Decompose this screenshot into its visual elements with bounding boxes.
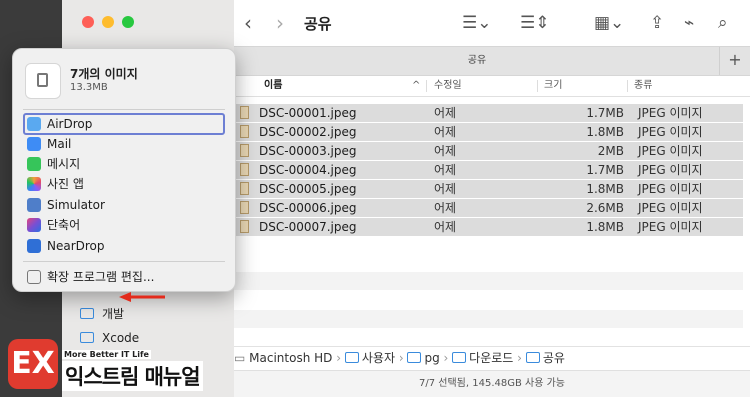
table-row[interactable]: DSC-00001.jpeg 어제 1.7MB JPEG 이미지: [234, 104, 743, 122]
path-item[interactable]: ▭ Macintosh HD: [234, 351, 332, 365]
share-icon[interactable]: ⇪: [650, 13, 664, 33]
column-divider: [426, 80, 427, 92]
empty-row: [234, 272, 743, 290]
edit-extensions-item[interactable]: 확장 프로그램 편집...: [23, 267, 225, 287]
logo: EX: [8, 339, 58, 389]
table-row[interactable]: DSC-00004.jpeg 어제 1.7MB JPEG 이미지: [234, 161, 743, 179]
chevron-right-icon: ›: [336, 351, 342, 365]
toolbar: ‹ › 공유 ☰⌄ ☰⇕ ▦⌄ ⇪ ⌁ ⌕: [234, 0, 750, 46]
image-file-icon: [240, 144, 249, 157]
folder-icon: [452, 352, 467, 363]
logo-mark: EX: [11, 346, 55, 381]
main-area: ‹ › 공유 ☰⌄ ☰⇕ ▦⌄ ⇪ ⌁ ⌕ 공유 + 이름 ^ 수정일 크기 종…: [234, 0, 750, 397]
search-icon[interactable]: ⌕: [718, 13, 728, 33]
path-item[interactable]: pg: [407, 351, 440, 365]
tag-icon[interactable]: ⌁: [684, 13, 694, 33]
window-title: 공유: [304, 15, 332, 33]
image-file-icon: [240, 106, 249, 119]
table-row[interactable]: DSC-00007.jpeg 어제 1.8MB JPEG 이미지: [234, 218, 743, 236]
messages-icon: [27, 157, 41, 171]
red-arrow-icon: [119, 292, 165, 302]
path-bar: ▭ Macintosh HD › 사용자 › pg › 다운로드 › 공유: [234, 346, 750, 369]
image-file-icon: [240, 182, 249, 195]
sidebar-item-dev[interactable]: 개발: [80, 305, 124, 322]
share-title: 7개의 이미지: [70, 67, 138, 81]
tab-bar: 공유 +: [234, 46, 750, 76]
window-controls: [82, 16, 134, 28]
logo-name: 익스트림 매뉴얼: [62, 361, 203, 391]
path-item[interactable]: 공유: [525, 351, 565, 365]
simulator-icon: [27, 198, 41, 212]
airdrop-icon: [27, 117, 41, 131]
grid-icon[interactable]: ▦⌄: [594, 13, 624, 33]
column-modified[interactable]: 수정일: [434, 76, 462, 96]
column-kind[interactable]: 종류: [634, 76, 652, 96]
column-header: 이름 ^ 수정일 크기 종류: [234, 76, 750, 97]
column-name[interactable]: 이름: [264, 76, 282, 96]
chevron-right-icon: ›: [398, 351, 404, 365]
chevron-left-icon[interactable]: ‹: [244, 13, 252, 33]
share-item-messages[interactable]: 메시지: [23, 154, 225, 174]
tab-share[interactable]: 공유: [234, 47, 720, 75]
folder-icon: [407, 352, 422, 363]
image-file-icon: [240, 125, 249, 138]
image-file-icon: [240, 201, 249, 214]
column-divider: [627, 80, 628, 92]
share-menu: 7개의 이미지 13.3MB AirDrop Mail 메시지 사진 앱 Sim…: [12, 48, 236, 302]
extensions-icon: [27, 270, 41, 284]
share-item-photos[interactable]: 사진 앱: [23, 174, 225, 194]
photos-icon: [27, 177, 41, 191]
document-icon: [25, 63, 61, 99]
close-button[interactable]: [82, 16, 94, 28]
folder-icon: [525, 352, 540, 363]
table-row[interactable]: DSC-00003.jpeg 어제 2MB JPEG 이미지: [234, 142, 743, 160]
shortcuts-icon: [27, 218, 41, 232]
folder-icon: [80, 332, 94, 343]
path-item[interactable]: 사용자: [344, 351, 395, 365]
table-row[interactable]: DSC-00005.jpeg 어제 1.8MB JPEG 이미지: [234, 180, 743, 198]
divider: [23, 261, 225, 262]
path-item[interactable]: 다운로드: [452, 351, 513, 365]
column-divider: [537, 80, 538, 92]
status-bar: 7/7 선택됨, 145.48GB 사용 가능: [234, 370, 750, 397]
disk-icon: ▭: [234, 351, 246, 365]
mail-icon: [27, 137, 41, 151]
zoom-button[interactable]: [122, 16, 134, 28]
share-item-simulator[interactable]: Simulator: [23, 195, 225, 215]
minimize-button[interactable]: [102, 16, 114, 28]
divider: [23, 109, 225, 110]
empty-row: [234, 310, 743, 328]
logo-tagline: More Better IT Life: [62, 350, 151, 359]
group-icon[interactable]: ☰⇕: [520, 13, 549, 33]
share-item-neardrop[interactable]: NearDrop: [23, 236, 225, 256]
list-icon[interactable]: ☰⌄: [462, 13, 491, 33]
share-item-shortcuts[interactable]: 단축어: [23, 215, 225, 235]
sort-ascending-icon: ^: [412, 80, 421, 91]
sidebar-item-xcode[interactable]: Xcode: [80, 331, 139, 345]
folder-icon: [344, 352, 359, 363]
neardrop-icon: [27, 239, 41, 253]
table-row[interactable]: DSC-00002.jpeg 어제 1.8MB JPEG 이미지: [234, 123, 743, 141]
share-item-mail[interactable]: Mail: [23, 134, 225, 154]
table-row[interactable]: DSC-00006.jpeg 어제 2.6MB JPEG 이미지: [234, 199, 743, 217]
add-tab-button[interactable]: +: [719, 47, 750, 75]
chevron-right-icon: ›: [443, 351, 449, 365]
share-subtitle: 13.3MB: [70, 82, 108, 93]
folder-icon: [80, 308, 94, 319]
image-file-icon: [240, 220, 249, 233]
column-size[interactable]: 크기: [544, 76, 562, 96]
share-item-airdrop[interactable]: AirDrop: [23, 113, 225, 135]
chevron-right-icon: ›: [517, 351, 522, 365]
image-file-icon: [240, 163, 249, 176]
chevron-right-icon[interactable]: ›: [276, 13, 284, 33]
